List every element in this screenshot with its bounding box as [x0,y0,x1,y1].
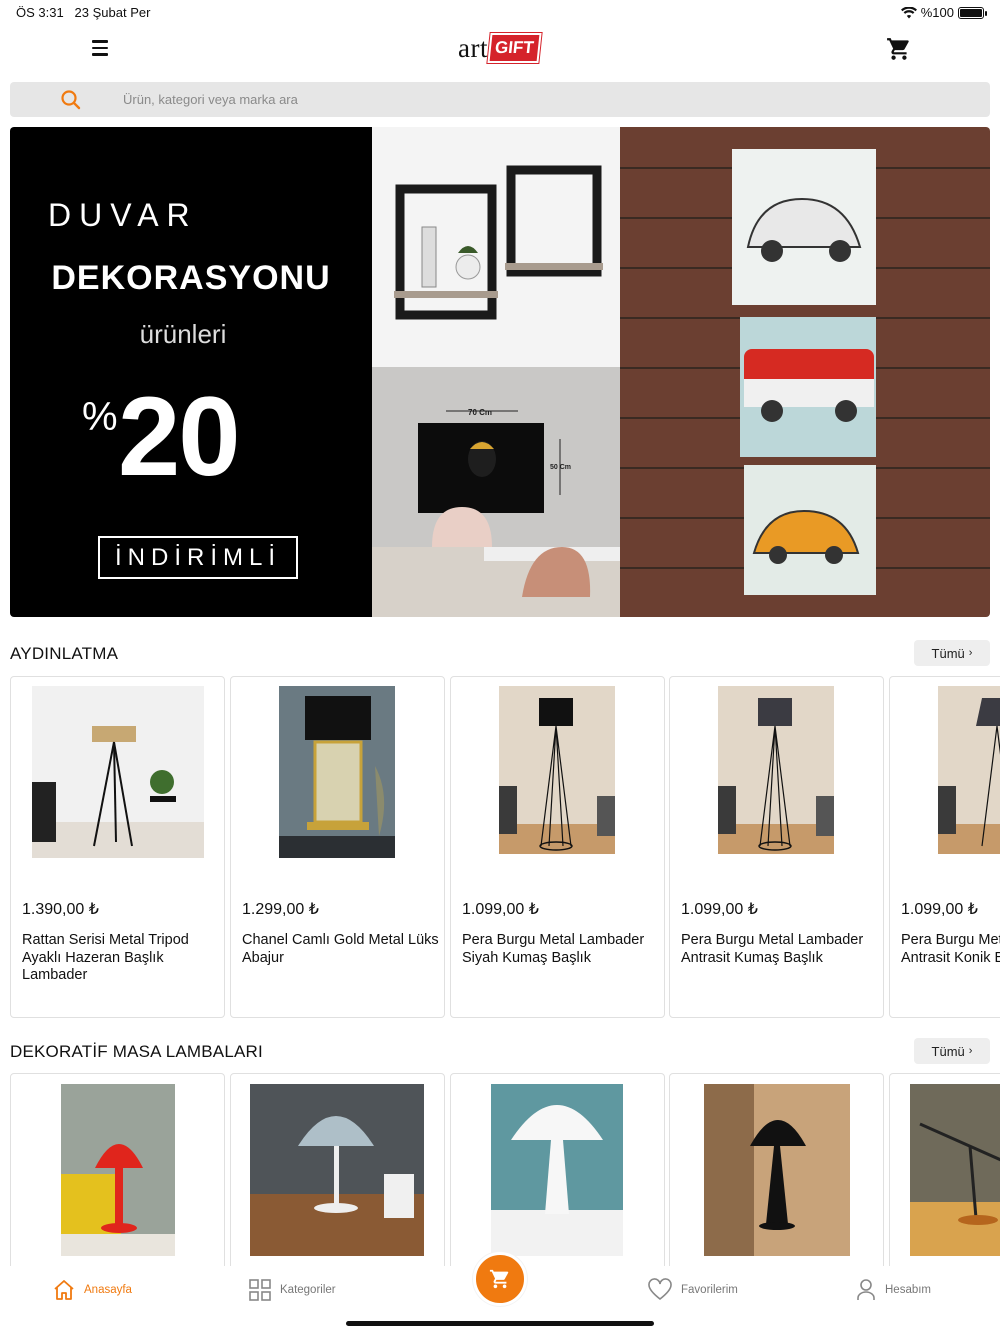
product-title: Pera Burgu Metal Lambader Siyah Kumaş Ba… [462,932,645,966]
product-image [499,686,615,858]
search-bar[interactable] [10,82,990,117]
product-card[interactable]: 1.099,00 ₺ Pera Burgu Metal Lambader Ant… [889,676,1000,1018]
battery-icon [958,6,987,19]
product-card[interactable]: 1.390,00 ₺ Rattan Serisi Metal Tripod Ay… [10,676,225,1018]
see-all-label: Tümü [931,1043,965,1059]
tab-favorilerim[interactable]: Favorilerim [647,1278,738,1302]
product-card[interactable] [450,1073,665,1269]
status-bar: ÖS 3:31 23 Şubat Per %100 [0,0,1000,26]
tab-label: Favorilerim [681,1284,738,1296]
logo-text-gift: GIFT [487,33,542,63]
status-time: ÖS 3:31 [16,5,64,20]
product-title: Pera Burgu Metal Lambader Antrasit Konik… [901,932,1000,966]
product-image [491,1084,623,1256]
product-image [910,1084,1000,1256]
section-title-masa-lambalari: DEKORATİF MASA LAMBALARI [10,1042,263,1061]
product-price: 1.099,00 ₺ [462,901,539,918]
heart-icon [648,1278,672,1301]
top-bar: art GIFT [0,26,1000,70]
banner-line2: DEKORASYONU [51,259,331,297]
see-all-label: Tümü [931,645,965,661]
product-price: 1.099,00 ₺ [901,901,978,918]
product-price: 1.390,00 ₺ [22,901,99,918]
tab-label: Anasayfa [84,1284,132,1296]
wifi-icon [900,6,917,18]
chevron-right-icon: › [968,1045,973,1057]
tab-label: Hesabım [885,1284,932,1296]
banner-text-panel: DUVAR DEKORASYONU ürünleri % 20 İNDİRİML… [10,127,372,617]
tab-label: Kategoriler [280,1284,336,1296]
cart-icon [489,1269,509,1289]
tab-anasayfa[interactable]: Anasayfa [52,1278,132,1302]
menu-icon [92,40,108,43]
home-icon [54,1280,74,1300]
canvas-width-label: 70 Cm [468,408,492,417]
product-title: Chanel Camlı Gold Metal Lüks Abajur [242,932,439,966]
product-price: 1.099,00 ₺ [681,901,758,918]
product-image [279,686,395,858]
cart-button[interactable] [886,36,912,62]
product-card[interactable] [10,1073,225,1269]
section-title-aydinlatma: AYDINLATMA [10,644,119,663]
tab-kategoriler[interactable]: Kategoriler [248,1278,336,1302]
banner-line1: DUVAR [48,197,198,233]
tab-hesabim[interactable]: Hesabım [855,1278,931,1302]
search-icon [61,89,81,109]
user-icon [857,1279,875,1300]
shelf-image [372,127,620,367]
home-indicator[interactable] [346,1321,654,1326]
canvas-image: 70 Cm 50 Cm [372,367,620,617]
status-date: 23 Şubat Per [74,5,151,20]
logo[interactable]: art GIFT [458,32,542,64]
product-image [250,1084,424,1256]
canvas-height-label: 50 Cm [550,464,571,471]
product-card[interactable] [669,1073,884,1269]
grid-icon [249,1279,271,1301]
cart-icon [887,38,909,60]
product-image [718,686,834,858]
status-right: %100 [900,5,987,20]
cart-fab-button[interactable] [473,1252,527,1306]
product-card[interactable]: 1.299,00 ₺ Chanel Camlı Gold Metal Lüks … [230,676,445,1018]
search-input[interactable] [123,92,823,107]
product-card[interactable] [889,1073,1000,1269]
car-art-image [620,127,990,617]
product-row-aydinlatma: 1.390,00 ₺ Rattan Serisi Metal Tripod Ay… [10,676,1000,1018]
product-row-masa-lambalari [10,1073,1000,1269]
logo-text-art: art [458,32,488,63]
product-image [32,686,204,858]
banner-product-panel: 70 Cm 50 Cm [372,127,620,617]
product-card[interactable]: 1.099,00 ₺ Pera Burgu Metal Lambader Siy… [450,676,665,1018]
product-image [61,1084,175,1256]
banner-badge: İNDİRİMLİ [98,536,298,579]
product-price: 1.299,00 ₺ [242,901,319,918]
product-card[interactable]: 1.099,00 ₺ Pera Burgu Metal Lambader Ant… [669,676,884,1018]
see-all-button-aydinlatma[interactable]: Tümü › [914,640,990,666]
banner-line3: ürünleri [139,319,227,349]
product-title: Rattan Serisi Metal Tripod Ayaklı Hazera… [22,932,189,983]
product-image [704,1084,850,1256]
menu-button[interactable] [88,36,112,60]
product-title: Pera Burgu Metal Lambader Antrasit Kumaş… [681,932,864,966]
promo-banner[interactable]: DUVAR DEKORASYONU ürünleri % 20 İNDİRİML… [10,127,990,617]
product-card[interactable] [230,1073,445,1269]
banner-percent-sign: % [82,395,118,439]
see-all-button-masa-lambalari[interactable]: Tümü › [914,1038,990,1064]
status-left: ÖS 3:31 23 Şubat Per [16,5,150,20]
product-image [938,686,1000,858]
battery-percent: %100 [920,5,954,20]
banner-percent-value: 20 [118,374,241,499]
chevron-right-icon: › [968,647,973,659]
